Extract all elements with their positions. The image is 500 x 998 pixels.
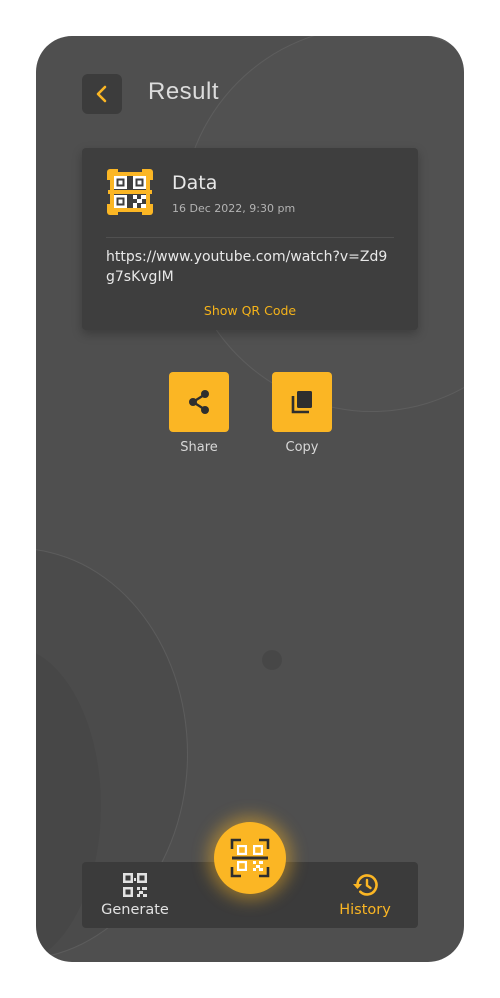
nav-history[interactable]: History bbox=[330, 862, 400, 928]
result-url[interactable]: https://www.youtube.com/watch?v=Zd9g7sKv… bbox=[106, 247, 396, 287]
back-button[interactable] bbox=[82, 74, 122, 114]
share-label: Share bbox=[180, 440, 218, 455]
copy-icon bbox=[291, 391, 312, 414]
nav-history-label: History bbox=[339, 902, 391, 918]
chevron-left-icon bbox=[96, 85, 107, 103]
result-date: 16 Dec 2022, 9:30 pm bbox=[172, 202, 296, 215]
qr-scan-icon bbox=[106, 168, 154, 216]
scan-fab-button[interactable] bbox=[214, 822, 286, 894]
share-button[interactable] bbox=[169, 372, 229, 432]
nav-generate[interactable]: Generate bbox=[96, 862, 174, 928]
result-type: Data bbox=[172, 172, 218, 194]
share-action: Share bbox=[169, 372, 229, 455]
copy-button[interactable] bbox=[272, 372, 332, 432]
result-card: Data 16 Dec 2022, 9:30 pm https://www.yo… bbox=[82, 148, 418, 330]
copy-action: Copy bbox=[272, 372, 332, 455]
divider bbox=[106, 237, 394, 238]
share-icon bbox=[189, 390, 209, 414]
qr-scan-icon bbox=[230, 838, 270, 878]
page-title: Result bbox=[148, 78, 220, 105]
history-icon bbox=[353, 874, 378, 896]
qr-code-icon bbox=[123, 873, 147, 897]
show-qr-code-link[interactable]: Show QR Code bbox=[82, 303, 418, 318]
app-screen: Result Data 16 Dec 2022, 9:30 pm https:/… bbox=[36, 36, 464, 962]
nav-generate-label: Generate bbox=[101, 902, 169, 918]
copy-label: Copy bbox=[285, 440, 319, 455]
background-dot bbox=[262, 650, 282, 670]
